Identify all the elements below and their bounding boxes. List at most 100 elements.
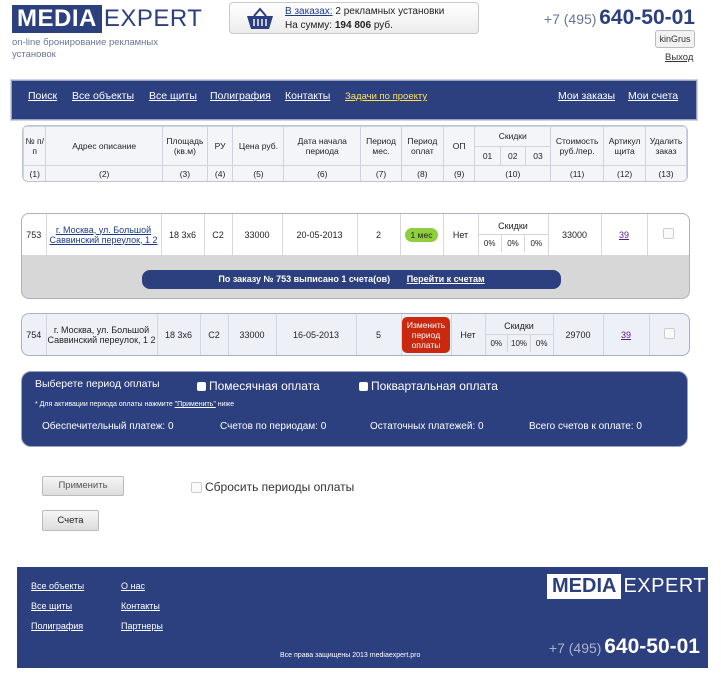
nav-all-objects[interactable]: Все объекты xyxy=(72,90,134,102)
delete-checkbox[interactable] xyxy=(663,328,675,339)
order-discounts: Скидки 0% 0% 0% xyxy=(478,214,549,255)
tagline-line-2: установок xyxy=(12,49,56,60)
discount-02: 02 xyxy=(501,147,526,165)
footer-logo-media: MEDIA xyxy=(547,574,622,599)
footer-all-boards[interactable]: Все щиты xyxy=(31,601,72,611)
col-ru: РУ xyxy=(206,126,234,166)
col-article: Артикул щита xyxy=(603,126,647,166)
col-op-index: (9) xyxy=(442,165,476,181)
footer-phone: +7 (495) 640-50-01 xyxy=(549,635,700,659)
order-price: 33000 xyxy=(232,214,283,255)
order-ru: С2 xyxy=(204,214,233,255)
main-nav: Поиск Все объекты Все щиты Полиграфия Ко… xyxy=(11,80,697,120)
col-price: Цена руб. xyxy=(232,126,285,166)
monthly-option[interactable]: Помесячная оплата xyxy=(197,379,320,393)
order-num: 754 xyxy=(22,314,47,355)
user-button[interactable]: kinGrus xyxy=(655,30,695,48)
monthly-checkbox[interactable] xyxy=(197,382,206,392)
col-delete-index: (13) xyxy=(645,165,687,181)
col-area: Площадь (кв.м) xyxy=(161,126,208,166)
discount-value-3: 0% xyxy=(535,338,548,348)
sum-unit: руб. xyxy=(373,20,393,31)
order-num: 753 xyxy=(22,214,47,255)
footer-phone-code: +7 (495) xyxy=(548,640,602,656)
nav-my-invoices[interactable]: Мои счета xyxy=(628,90,678,102)
stat-total: Всего счетов к оплате: 0 xyxy=(529,421,642,432)
sum-value: 194 806 xyxy=(334,20,372,31)
nav-printing[interactable]: Полиграфия xyxy=(210,90,271,102)
note-apply-link[interactable]: "Применить" xyxy=(175,401,216,408)
monthly-label: Помесячная оплата xyxy=(209,379,320,393)
order-ru: С2 xyxy=(200,314,229,355)
col-delete: Удалить заказ xyxy=(645,126,687,166)
col-start-date-index: (6) xyxy=(283,165,362,181)
order-area: 18 3х6 xyxy=(161,214,205,255)
order-article-link[interactable]: 39 xyxy=(621,330,631,340)
header-phone: +7 (495) 640-50-01 xyxy=(544,6,695,30)
change-payment-period-button[interactable]: Изменить период оплаты xyxy=(402,316,450,353)
stat-residual: Остаточных платежей: 0 xyxy=(370,421,484,432)
footer-partners[interactable]: Партнеры xyxy=(121,621,163,631)
footer-contacts[interactable]: Контакты xyxy=(121,601,160,611)
quarterly-checkbox[interactable] xyxy=(359,382,368,392)
order-address-link[interactable]: г. Москва, ул. Большой Саввинский переул… xyxy=(49,225,157,245)
footer-all-objects[interactable]: Все объекты xyxy=(31,581,84,591)
order-price: 33000 xyxy=(228,314,277,355)
logo-expert: EXPERT xyxy=(103,5,203,32)
cart-summary: В заказах: 2 рекламных установки На сумм… xyxy=(229,2,479,34)
footer-printing[interactable]: Полиграфия xyxy=(31,621,83,631)
table-row: 753 г. Москва, ул. Большой Саввинский пе… xyxy=(22,214,689,255)
col-discounts-index: (10) xyxy=(474,165,552,181)
go-to-invoices-link[interactable]: Перейти к счетам xyxy=(407,274,485,284)
cart-count: 2 рекламных установки xyxy=(335,6,445,17)
discount-value-1: 0% xyxy=(486,334,509,352)
nav-my-orders[interactable]: Мои заказы xyxy=(558,90,615,102)
cart-link[interactable]: В заказах: xyxy=(285,6,333,17)
stat-label: Обеспечительный платеж: xyxy=(42,421,166,432)
order-months: 5 xyxy=(356,314,402,355)
nav-contacts[interactable]: Контакты xyxy=(285,90,330,102)
order-op: Нет xyxy=(443,214,479,255)
quarterly-option[interactable]: Поквартальная оплата xyxy=(359,379,498,393)
apply-button[interactable]: Применить xyxy=(42,476,124,496)
stat-value: 0 xyxy=(636,421,642,432)
col-address: Адрес описание xyxy=(45,126,163,166)
col-period-months-index: (7) xyxy=(360,165,402,181)
col-op: ОП xyxy=(442,126,476,166)
phone-code: +7 (495) xyxy=(543,11,597,27)
stat-label: Счетов по периодам: xyxy=(220,421,318,432)
reset-checkbox[interactable] xyxy=(191,482,202,494)
copyright: Все права защищены 2013 mediaexpert.pro xyxy=(280,652,421,659)
col-num: № п/п xyxy=(23,126,47,166)
quarterly-label: Поквартальная оплата xyxy=(371,379,498,393)
payment-period-panel: Выберете период оплаты Помесячная оплата… xyxy=(21,371,688,447)
stat-value: 0 xyxy=(320,421,327,432)
delete-checkbox[interactable] xyxy=(662,228,674,239)
payment-period-badge: 1 мес xyxy=(404,227,439,242)
nav-all-boards[interactable]: Все щиты xyxy=(149,90,197,102)
order-article-link[interactable]: 39 xyxy=(619,230,629,240)
nav-search[interactable]: Поиск xyxy=(28,90,57,102)
order-date: 20-05-2013 xyxy=(282,214,358,255)
order-753: 753 г. Москва, ул. Большой Саввинский пе… xyxy=(21,213,690,299)
col-price-index: (5) xyxy=(232,165,285,181)
footer-logo[interactable]: MEDIA EXPERT xyxy=(547,574,706,599)
footer-about[interactable]: О нас xyxy=(121,581,145,591)
basket-icon[interactable] xyxy=(245,7,275,31)
orders-table-header: № п/п Адрес описание Площадь (кв.м) РУ Ц… xyxy=(22,125,688,182)
nav-project-tasks[interactable]: Задачи по проекту xyxy=(345,91,427,102)
logo[interactable]: MEDIA EXPERT xyxy=(12,5,202,33)
order-address: г. Москва, ул. Большой Саввинский переул… xyxy=(46,314,158,355)
discount-01: 01 xyxy=(475,147,501,165)
col-cost: Стоимость руб./пер. xyxy=(550,126,605,166)
order-754: 754 г. Москва, ул. Большой Саввинский пе… xyxy=(21,313,690,356)
logout-link[interactable]: Выход xyxy=(665,52,693,63)
order-months: 2 xyxy=(357,214,401,255)
table-row: 754 г. Москва, ул. Большой Саввинский пе… xyxy=(22,314,689,355)
invoices-button[interactable]: Счета xyxy=(42,510,99,531)
col-ru-index: (4) xyxy=(206,165,234,181)
col-discounts: Скидки 01 02 03 xyxy=(474,126,552,166)
col-address-index: (2) xyxy=(45,165,163,181)
footer-logo-expert: EXPERT xyxy=(623,575,707,597)
reset-periods-option[interactable]: Сбросить периоды оплаты xyxy=(191,480,354,494)
